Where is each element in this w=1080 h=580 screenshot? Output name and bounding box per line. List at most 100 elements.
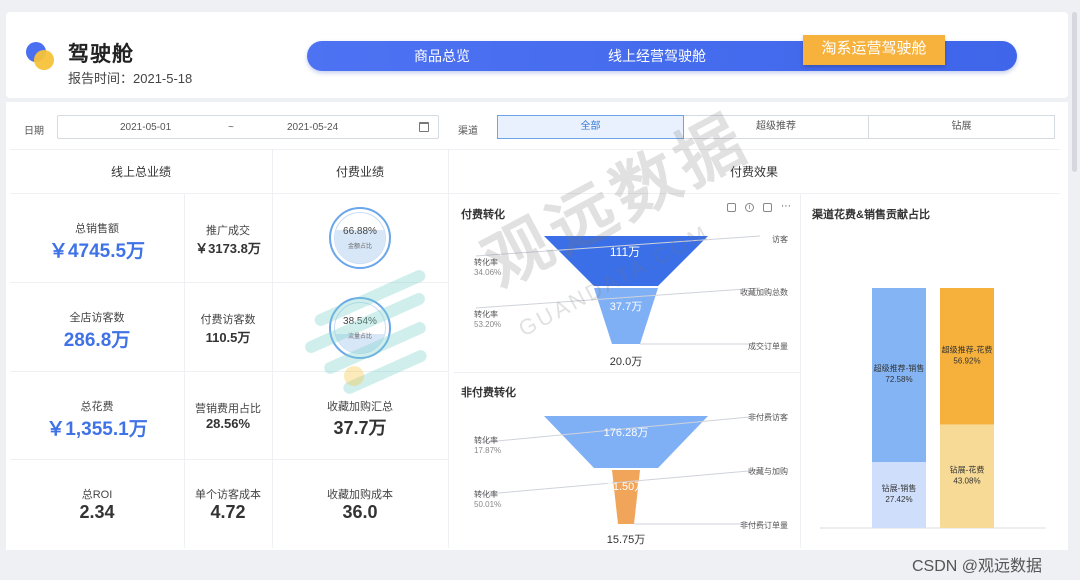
funnel-value: 31.50万 [607, 481, 646, 493]
metric-label: 推广成交 [206, 225, 250, 237]
chart-title-paid-conversion: 付费转化 [461, 209, 505, 221]
gauge-label: 流量占比 [347, 334, 372, 340]
metric-total-roi: 总ROI 2.34 [10, 486, 184, 523]
funnel-value: 15.75万 [607, 534, 646, 546]
top-nav: 商品总览 线上经营驾驶舱 淘系运营驾驶舱 [307, 35, 1017, 71]
segment-value: 72.58% [885, 375, 912, 384]
section-title-online-total: 线上总业绩 [110, 165, 171, 179]
metric-label: 总销售额 [75, 223, 119, 235]
metric-label: 全店访客数 [69, 312, 125, 324]
channel-tab-diamond[interactable]: 钻展 [868, 115, 1055, 139]
gauge-amount-share: 66.88% 金额占比 [329, 207, 391, 269]
metric-label: 单个访客成本 [195, 489, 261, 501]
funnel-stage-name: 非付费订单量 [740, 520, 788, 530]
metric-value: 4.72 [210, 502, 246, 522]
metric-label: 付费访客数 [200, 314, 256, 326]
gauge-percent: 38.54% [343, 316, 377, 327]
metric-label: 营销费用占比 [195, 403, 261, 415]
date-separator: ~ [228, 122, 234, 133]
source-credit: CSDN @观远数据 [912, 558, 1043, 575]
funnel-stage-nonpaid-visitors [544, 416, 708, 468]
date-range-picker[interactable]: 2021-05-01 ~ 2021-05-24 [57, 115, 439, 139]
metric-store-visitors: 全店访客数 286.8万 [10, 309, 184, 352]
segment-value: 43.08% [953, 476, 980, 485]
funnel-stage-visitors [544, 236, 708, 286]
metric-cost-per-visitor: 单个访客成本 4.72 [184, 486, 272, 523]
metric-paid-visitors: 付费访客数 110.5万 [184, 311, 272, 346]
divider [448, 193, 1060, 194]
date-start: 2021-05-01 [120, 122, 172, 133]
section-title-paid-effect: 付费效果 [729, 165, 778, 179]
metric-label: 总ROI [81, 489, 113, 501]
metric-value: 37.7万 [333, 418, 387, 438]
rate-label: 转化率 [474, 309, 498, 319]
funnel-stage-name: 收藏与加购 [748, 466, 788, 476]
gauge-percent: 66.88% [343, 226, 377, 237]
funnel-stage-fav-cart [612, 470, 640, 524]
info-icon[interactable]: i [745, 203, 754, 212]
metric-value: 110.5万 [205, 330, 251, 345]
chart-title-contribution: 渠道花费&销售贡献占比 [812, 209, 930, 221]
metric-fav-cart-cost: 收藏加购成本 36.0 [272, 486, 448, 523]
segment-value: 56.92% [953, 356, 980, 365]
divider [800, 193, 801, 548]
funnel-stage-fav-cart [594, 288, 658, 344]
funnel-stage-name: 成交订单量 [748, 341, 788, 351]
table-icon[interactable] [763, 203, 772, 212]
divider [10, 282, 448, 283]
metric-total-spend: 总花费 ￥1,355.1万 [10, 398, 184, 441]
rate-value: 53.20% [474, 320, 501, 329]
metric-value: ￥3173.8万 [195, 241, 261, 256]
page-header: 驾驶舱 报告时间：2021-5-18 商品总览 线上经营驾驶舱 淘系运营驾驶舱 [6, 12, 1068, 98]
metric-label: 收藏加购汇总 [327, 401, 393, 413]
metric-label: 收藏加购成本 [327, 489, 393, 501]
segment-name: 超级推荐-销售 [874, 363, 925, 373]
funnel-value: 20.0万 [610, 356, 642, 368]
divider [454, 372, 800, 373]
page-scrollbar[interactable] [1072, 12, 1077, 172]
divider [10, 149, 1060, 150]
tab-online-cockpit[interactable]: 线上经营驾驶舱 [577, 41, 737, 71]
channel-tab-all[interactable]: 全部 [497, 115, 684, 139]
metric-promo-deal: 推广成交 ￥3173.8万 [184, 222, 272, 257]
gauge-label: 金额占比 [347, 244, 372, 250]
tab-taobao-cockpit[interactable]: 淘系运营驾驶舱 [803, 35, 945, 65]
channel-tab-super-recommend[interactable]: 超级推荐 [684, 115, 869, 139]
metric-value: 36.0 [342, 502, 378, 522]
tab-product-overview[interactable]: 商品总览 [377, 41, 507, 71]
metric-marketing-ratio: 营销费用占比 28.56% [184, 400, 272, 431]
date-end: 2021-05-24 [287, 122, 339, 133]
funnel-value: 176.28万 [604, 427, 649, 439]
date-filter-label: 日期 [24, 126, 44, 137]
metric-value: ￥4745.5万 [48, 241, 146, 262]
section-title-paid-perf: 付费业绩 [335, 165, 384, 179]
export-icon[interactable] [727, 203, 736, 212]
metric-value: 286.8万 [63, 330, 131, 351]
more-icon[interactable]: ⋯ [781, 202, 791, 212]
dashboard-panel: 日期 2021-05-01 ~ 2021-05-24 渠道 全部 超级推荐 钻展… [6, 102, 1068, 550]
funnel-value: 37.7万 [610, 301, 642, 313]
channel-filter-label: 渠道 [458, 126, 478, 137]
metric-total-sales: 总销售额 ￥4745.5万 [10, 220, 184, 263]
rate-label: 转化率 [474, 489, 498, 499]
rate-label: 转化率 [474, 257, 498, 267]
rate-label: 转化率 [474, 435, 498, 445]
segment-value: 27.42% [885, 495, 912, 504]
rate-value: 34.06% [474, 268, 501, 277]
rate-value: 17.87% [474, 446, 501, 455]
funnel-paid-svg: 111万 37.7万 20.0万 访客 收藏加购总数 成交订单量 转化率 34.… [474, 234, 788, 368]
gauge-traffic-share: 38.54% 流量占比 [329, 297, 391, 359]
funnel-stage-name: 非付费访客 [748, 412, 788, 422]
funnel-nonpaid-svg: 176.28万 31.50万 15.75万 非付费访客 收藏与加购 非付费订单量… [474, 412, 788, 546]
segment-name: 钻展-销售 [882, 483, 917, 493]
segment-name: 超级推荐-花费 [942, 344, 993, 354]
segment-name: 钻展-花费 [950, 464, 985, 474]
metric-fav-cart-total: 收藏加购汇总 37.7万 [272, 398, 448, 440]
metric-value: 28.56% [205, 416, 251, 431]
divider [10, 459, 448, 460]
report-time: 报告时间：2021-5-18 [68, 71, 193, 86]
calendar-icon[interactable] [419, 122, 429, 132]
app-logo-icon [26, 42, 56, 72]
divider [448, 149, 449, 548]
funnel-stage-name: 访客 [772, 234, 788, 244]
